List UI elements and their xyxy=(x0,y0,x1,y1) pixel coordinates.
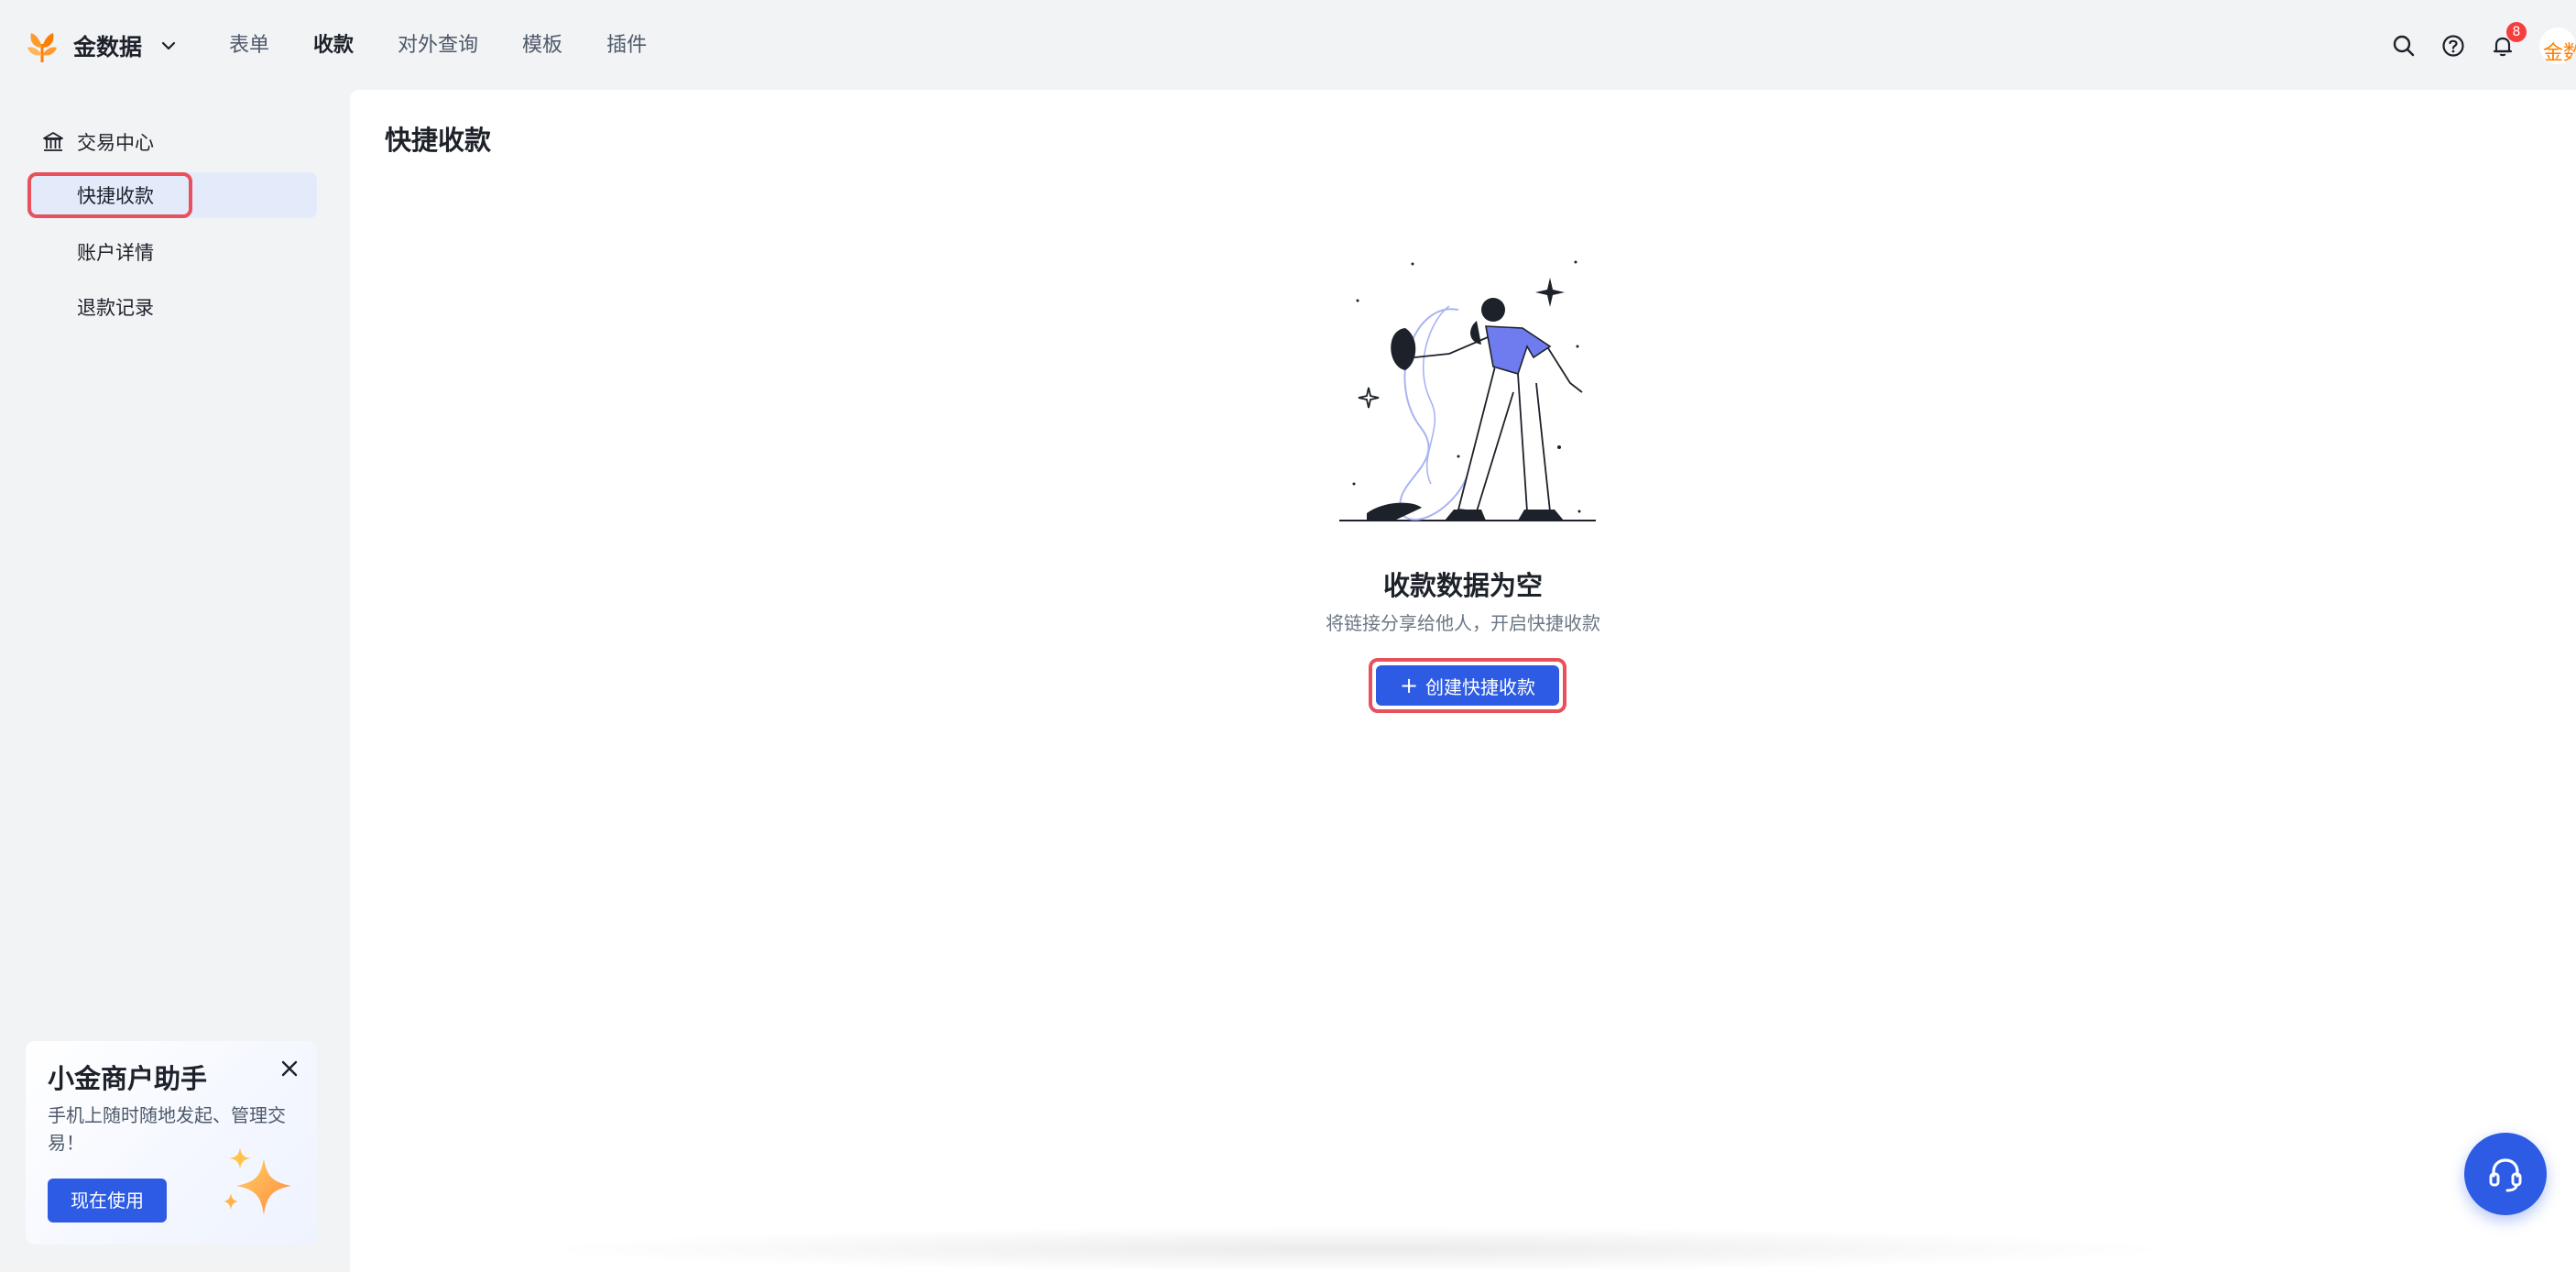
nav-forms[interactable]: 表单 xyxy=(229,29,269,62)
customer-support-button[interactable] xyxy=(2464,1133,2547,1215)
promo-title: 小金商户助手 xyxy=(48,1063,208,1094)
headset-icon xyxy=(2489,1158,2522,1192)
brand-name: 金数据 xyxy=(73,34,143,60)
empty-state-title: 收款数据为空 xyxy=(1382,570,1543,601)
empty-state-description: 将链接分享给他人，开启快捷收款 xyxy=(1326,612,1600,634)
sidebar-group-label: 交易中心 xyxy=(77,132,154,154)
annotation-highlight xyxy=(27,172,192,218)
help-button[interactable] xyxy=(2440,33,2466,59)
notifications-button[interactable]: 8 xyxy=(2490,22,2527,59)
notification-badge: 8 xyxy=(2506,22,2527,42)
nav-payments[interactable]: 收款 xyxy=(313,29,354,62)
nav-plugins[interactable]: 插件 xyxy=(606,29,647,62)
bottom-shadow xyxy=(533,1226,2182,1272)
sidebar-item-label: 退款记录 xyxy=(77,297,154,319)
top-bar: 金数据 表单 收款 对外查询 模板 插件 8 金数 xyxy=(0,0,2576,90)
sparkle-star-icon xyxy=(224,1147,291,1215)
nav-templates[interactable]: 模板 xyxy=(522,29,562,62)
tree-logo-icon xyxy=(27,33,57,62)
page-title: 快捷收款 xyxy=(385,125,492,156)
plus-icon: + xyxy=(1399,673,1419,698)
help-icon xyxy=(2442,35,2464,57)
chevron-down-icon xyxy=(161,41,176,50)
create-quick-payment-button[interactable]: + 创建快捷收款 xyxy=(1376,665,1559,706)
annotation-highlight: + 创建快捷收款 xyxy=(1369,658,1566,713)
sidebar-item-account-details[interactable]: 账户详情 xyxy=(27,229,317,275)
nav-public-query[interactable]: 对外查询 xyxy=(398,29,478,62)
promo-card: 小金商户助手 手机上随时随地发起、管理交易！ 现在使用 xyxy=(26,1041,317,1245)
main-content: 快捷收款 收款数据为空 将链接分享给他人，开启快捷收款 + 创建快捷收款 xyxy=(350,90,2576,1272)
sidebar-item-label: 账户详情 xyxy=(77,242,154,264)
avatar-text: 金数 xyxy=(2543,42,2576,64)
search-button[interactable] xyxy=(2391,33,2417,59)
sidebar-item-refund-records[interactable]: 退款记录 xyxy=(27,284,317,330)
header-actions: 8 金数 xyxy=(2391,22,2576,68)
create-button-label: 创建快捷收款 xyxy=(1425,675,1536,698)
promo-use-now-button[interactable]: 现在使用 xyxy=(48,1179,167,1223)
sidebar-group-trade-center[interactable]: 交易中心 xyxy=(27,119,317,165)
search-icon xyxy=(2393,35,2415,57)
avatar[interactable]: 金数 xyxy=(2539,27,2576,64)
bank-icon xyxy=(43,132,63,151)
brand-switcher[interactable]: 金数据 xyxy=(24,26,179,66)
top-nav: 表单 收款 对外查询 模板 插件 xyxy=(229,29,691,62)
close-icon[interactable] xyxy=(278,1058,300,1080)
empty-state-illustration xyxy=(1339,260,1596,521)
